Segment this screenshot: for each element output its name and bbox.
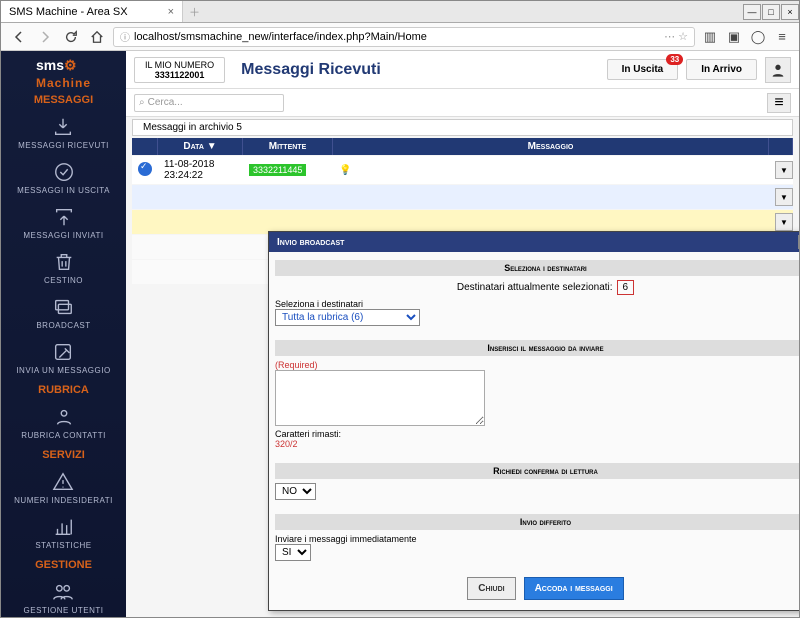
inbox-down-icon <box>51 115 75 139</box>
search-row: ⌕ Cerca... ≡ <box>126 89 799 117</box>
url-bar[interactable]: ⓘ localhost/smsmachine_new/interface/ind… <box>113 27 695 47</box>
close-tab-icon[interactable]: × <box>168 6 174 18</box>
home-button[interactable] <box>87 27 107 47</box>
section-rubrica: RUBRICA <box>38 384 89 396</box>
message-textarea[interactable] <box>275 370 485 426</box>
nav-numeri-indesiderati[interactable]: Numeri indesiderati <box>14 465 113 510</box>
users-icon <box>51 580 75 604</box>
chars-remaining: 320/2 <box>275 439 799 449</box>
col-message[interactable]: Messaggio <box>333 138 769 155</box>
forward-button[interactable] <box>35 27 55 47</box>
menu-icon[interactable]: ≡ <box>773 28 791 46</box>
nav-gestione-utenti[interactable]: Gestione Utenti <box>24 575 104 617</box>
page-title: Messaggi Ricevuti <box>241 61 598 79</box>
archive-count: Messaggi in archivio 5 <box>132 119 793 136</box>
nav-cestino[interactable]: Cestino <box>44 245 83 290</box>
app-logo: sms⚙Machine <box>36 57 91 90</box>
section-messaggi: MESSAGGI <box>34 94 93 106</box>
minimize-window-button[interactable]: — <box>743 4 761 20</box>
topbar: IL MIO NUMERO 3331122001 Messaggi Ricevu… <box>126 51 799 89</box>
recipients-count: 6 <box>617 280 635 295</box>
tab-title: SMS Machine - Area SX <box>9 6 128 18</box>
my-number-box: IL MIO NUMERO 3331122001 <box>134 57 225 83</box>
user-menu-button[interactable] <box>765 57 791 83</box>
browser-toolbar: ⓘ localhost/smsmachine_new/interface/ind… <box>1 23 799 51</box>
main-area: IL MIO NUMERO 3331122001 Messaggi Ricevu… <box>126 51 799 617</box>
broadcast-modal: Invio broadcast x Seleziona i destinatar… <box>268 231 799 611</box>
nav-messaggi-uscita[interactable]: Messaggi in Uscita <box>17 155 110 200</box>
modal-close-btn[interactable]: Chiudi <box>467 577 515 600</box>
browser-tab[interactable]: SMS Machine - Area SX × <box>1 1 183 22</box>
modal-queue-btn[interactable]: Accoda i messaggi <box>524 577 624 600</box>
sent-up-icon <box>52 205 76 229</box>
maximize-window-button[interactable]: □ <box>762 4 780 20</box>
search-icon: ⌕ <box>139 97 145 108</box>
url-text: localhost/smsmachine_new/interface/index… <box>134 31 427 43</box>
section-deferred: Invio differito <box>275 514 799 530</box>
outbox-icon <box>52 160 76 184</box>
msg-bulb-icon: 💡 <box>339 165 351 176</box>
col-sender[interactable]: Mittente <box>243 138 333 155</box>
section-insert-message: Inserisci il messaggio da inviare <box>275 340 799 356</box>
new-tab-button[interactable]: ＋ <box>183 4 206 20</box>
row-check-icon[interactable] <box>138 162 152 176</box>
sidebar-icon[interactable]: ▣ <box>725 28 743 46</box>
nav-statistiche[interactable]: Statistiche <box>35 510 91 555</box>
search-input[interactable]: ⌕ Cerca... <box>134 94 284 112</box>
in-uscita-button[interactable]: In Uscita 33 <box>607 59 679 80</box>
library-icon[interactable]: ▥ <box>701 28 719 46</box>
required-label: (Required) <box>275 360 799 370</box>
back-button[interactable] <box>9 27 29 47</box>
section-gestione: GESTIONE <box>35 559 92 571</box>
warning-icon <box>51 470 75 494</box>
contacts-icon <box>52 405 76 429</box>
uscita-count-badge: 33 <box>666 54 683 65</box>
trash-icon <box>52 250 76 274</box>
section-select-recipients: Seleziona i destinatari <box>275 260 799 276</box>
app-sidebar: sms⚙Machine MESSAGGI Messaggi Ricevuti M… <box>1 51 126 617</box>
row-action-button[interactable]: ▼ <box>775 188 793 206</box>
in-arrivo-button[interactable]: In Arrivo <box>686 59 757 80</box>
row-action-button[interactable]: ▼ <box>775 213 793 231</box>
nav-rubrica-contatti[interactable]: Rubrica contatti <box>21 400 106 445</box>
info-icon: ⓘ <box>120 29 130 44</box>
row-action-button[interactable]: ▼ <box>775 161 793 179</box>
window-titlebar: SMS Machine - Area SX × ＋ — □ × <box>1 1 799 23</box>
nav-broadcast[interactable]: Broadcast <box>36 290 90 335</box>
table-row[interactable]: 11-08-2018 23:24:22 3332211445 💡 ▼ <box>132 156 793 184</box>
stats-icon <box>51 515 75 539</box>
table-row[interactable]: ▼ <box>132 185 793 209</box>
modal-header: Invio broadcast x <box>269 232 799 252</box>
nav-messaggi-inviati[interactable]: Messaggi Inviati <box>23 200 103 245</box>
table-header: Data ▼ Mittente Messaggio <box>132 138 793 155</box>
deferred-select[interactable]: SI <box>275 544 311 561</box>
compose-icon <box>51 340 75 364</box>
section-servizi: SERVIZI <box>42 449 85 461</box>
read-confirm-select[interactable]: NO <box>275 483 316 500</box>
section-read-confirm: Richiedi conferma di lettura <box>275 463 799 479</box>
nav-invia-messaggio[interactable]: Invia un Messaggio <box>16 335 110 380</box>
col-date[interactable]: Data ▼ <box>158 138 243 155</box>
account-icon[interactable]: ◯ <box>749 28 767 46</box>
nav-messaggi-ricevuti[interactable]: Messaggi Ricevuti <box>18 110 109 155</box>
modal-close-button[interactable]: x <box>798 235 799 249</box>
reload-button[interactable] <box>61 27 81 47</box>
hamburger-button[interactable]: ≡ <box>767 93 791 113</box>
close-window-button[interactable]: × <box>781 4 799 20</box>
sender-badge: 3332211445 <box>249 164 306 176</box>
recipients-select[interactable]: Tutta la rubrica (6) <box>275 309 420 326</box>
broadcast-icon <box>51 295 75 319</box>
